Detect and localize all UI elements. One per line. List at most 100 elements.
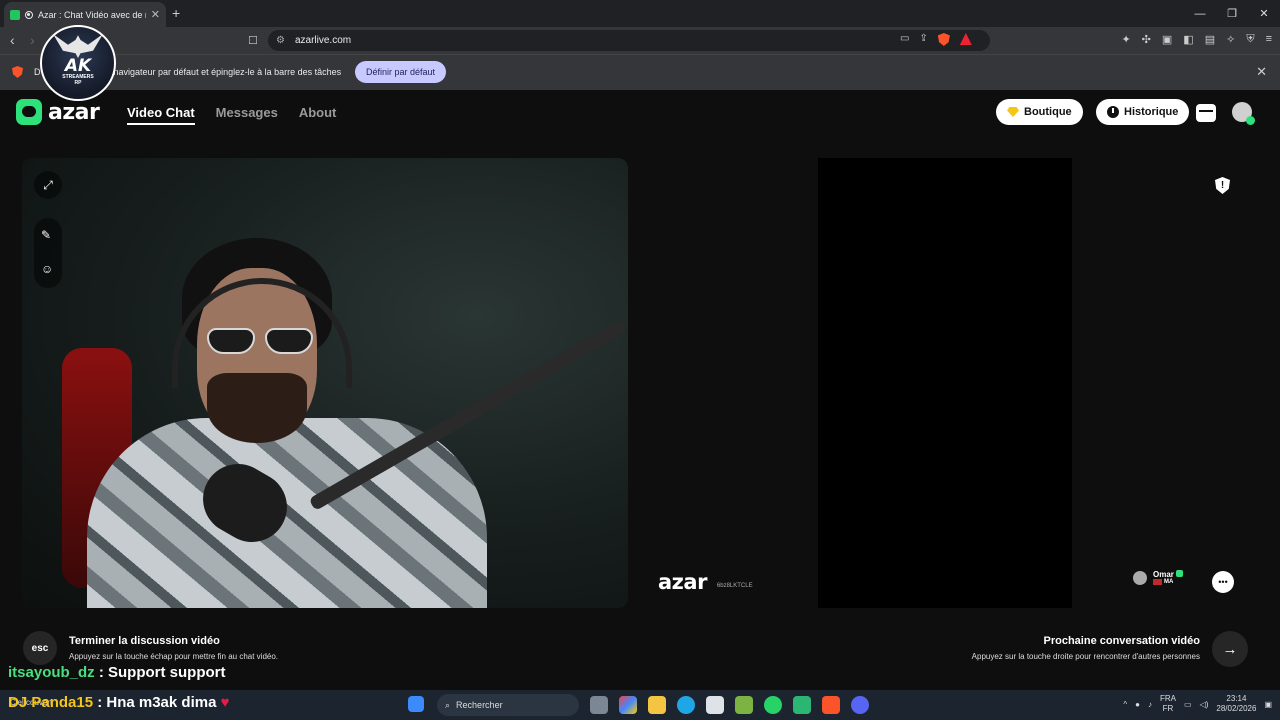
address-toolbar: ‹ › ☐ ⚙ azarlive.com ▭ ⇪ ✦ ✣ ▣ ◧ ▤ ✧ ⛨ ≡ — [0, 27, 1280, 54]
close-tab-icon[interactable]: ✕ — [151, 8, 160, 21]
microphone-icon[interactable]: ♪ — [1148, 700, 1152, 709]
esc-key-button[interactable]: esc — [23, 631, 57, 665]
brave-rewards-icon[interactable] — [959, 33, 972, 45]
network-icon[interactable]: ▭ — [1184, 700, 1192, 709]
windows-start-icon[interactable] — [408, 696, 424, 712]
wallet-icon[interactable]: ▤ — [1205, 33, 1215, 46]
partner-country: MA — [1164, 579, 1174, 585]
azar-watermark: azar 6bz8LKTCLE — [658, 570, 753, 594]
minimize-icon[interactable]: — — [1184, 0, 1216, 27]
azar-page: azar Video Chat Messages About Boutique … — [0, 90, 1280, 690]
cast-icon[interactable]: ▭ — [900, 33, 909, 46]
brave-icon[interactable] — [822, 696, 840, 714]
language-indicator[interactable]: FRA FR — [1160, 694, 1176, 714]
copilot-icon[interactable] — [619, 696, 637, 714]
puzzle-icon[interactable]: ✣ — [1142, 33, 1151, 46]
infobar-close-icon[interactable]: ✕ — [1256, 64, 1267, 80]
inbox-icon[interactable] — [1196, 104, 1216, 122]
leo-ai-icon[interactable]: ✧ — [1226, 33, 1235, 46]
status-dot — [1246, 116, 1255, 125]
whatsapp-icon[interactable] — [764, 696, 782, 714]
clock-time: 23:14 — [1226, 694, 1247, 703]
extension-icon[interactable]: ✦ — [1121, 33, 1130, 46]
chat-user: DJ Panda15 — [8, 694, 94, 711]
menu-icon[interactable]: ≡ — [1266, 33, 1272, 46]
close-window-icon[interactable]: ✕ — [1248, 0, 1280, 27]
share-icon[interactable]: ⇪ — [919, 33, 927, 46]
history-label: Historique — [1124, 106, 1179, 118]
brave-shields-icon[interactable] — [937, 33, 950, 46]
gem-icon — [1007, 107, 1019, 117]
shop-label: Boutique — [1024, 106, 1072, 118]
verified-badge — [1175, 570, 1183, 577]
magic-wand-icon[interactable]: ✎ — [41, 228, 51, 242]
edge-icon[interactable] — [677, 696, 695, 714]
chat-message: : Hna m3ak dima — [93, 694, 217, 711]
end-chat-title: Terminer la discussion vidéo — [69, 635, 220, 647]
set-default-button[interactable]: Définir par défaut — [355, 61, 447, 83]
search-label: Rechercher — [456, 700, 503, 710]
site-info-icon[interactable]: ⚙ — [276, 35, 285, 46]
volume-icon[interactable]: ◁) — [1200, 700, 1209, 709]
partner-video — [818, 158, 1072, 608]
app-green-icon[interactable] — [793, 696, 811, 714]
task-view-icon[interactable] — [590, 696, 608, 714]
recording-icon — [25, 10, 33, 19]
partner-name: Omar — [1153, 570, 1174, 579]
next-chat-arrow-icon[interactable]: → — [1212, 631, 1248, 667]
logo-rp: RP — [74, 80, 82, 86]
store-icon[interactable] — [706, 696, 724, 714]
address-bar[interactable]: ⚙ azarlive.com — [268, 30, 990, 51]
lang-bottom: FR — [1162, 704, 1174, 713]
effects-controls: ✎ ☺ — [34, 218, 62, 288]
system-tray: ^ ● ♪ FRA FR ▭ ◁) 23:14 28/02/2026 ▣ — [1123, 694, 1272, 714]
heart-icon: ♥ — [220, 694, 230, 711]
vpn-icon[interactable]: ⛨ — [1246, 33, 1254, 46]
clock-icon — [1107, 106, 1119, 118]
sunglasses — [207, 328, 315, 356]
face-filter-icon[interactable]: ☺ — [41, 262, 53, 276]
default-browser-infobar: Dme navigateur par défaut et épinglez-le… — [0, 54, 1280, 90]
end-chat-subtitle: Appuyez sur la touche échap pour mettre … — [69, 652, 279, 661]
discord-icon[interactable] — [851, 696, 869, 714]
azar-brand-icon — [16, 99, 42, 125]
profile-avatar[interactable] — [1232, 102, 1255, 125]
taskbar-search[interactable]: ⌕ Rechercher — [437, 694, 579, 716]
nav-messages[interactable]: Messages — [216, 105, 278, 125]
bookmark-icon[interactable]: ☐ — [248, 34, 258, 47]
tab-title: Azar : Chat Vidéo avec de no — [38, 9, 146, 20]
app-icon[interactable] — [735, 696, 753, 714]
partner-card[interactable]: Omar MA — [1133, 570, 1183, 585]
search-icon: ⌕ — [445, 699, 451, 710]
partner-avatar — [1133, 570, 1147, 585]
forward-icon[interactable]: › — [30, 32, 35, 48]
media-icon[interactable]: ▣ — [1162, 33, 1172, 46]
browser-tab[interactable]: Azar : Chat Vidéo avec de no ✕ — [4, 2, 166, 27]
taskbar-apps — [408, 696, 424, 712]
logo-ak: AK — [64, 56, 92, 76]
stream-chat-line: itsayoub_dz : Support support — [8, 664, 226, 681]
brave-logo-icon — [12, 66, 23, 78]
new-tab-icon[interactable]: + — [172, 5, 180, 21]
shop-button[interactable]: Boutique — [996, 99, 1083, 125]
chat-bubble-icon[interactable]: ••• — [1212, 571, 1234, 593]
ak-streamers-logo: AK STREAMERS RP — [40, 25, 116, 101]
file-explorer-icon[interactable] — [648, 696, 666, 714]
notification-icon[interactable]: ▣ — [1264, 700, 1272, 709]
tray-chevron-icon[interactable]: ^ — [1123, 700, 1127, 709]
tray-app-icon[interactable]: ● — [1135, 700, 1140, 709]
brand-wordmark: azar — [48, 99, 100, 125]
country-flag-icon — [1153, 579, 1162, 585]
clock[interactable]: 23:14 28/02/2026 — [1216, 694, 1256, 714]
sidebar-icon[interactable]: ◧ — [1183, 33, 1193, 46]
nav-video-chat[interactable]: Video Chat — [127, 105, 195, 125]
azar-logo[interactable]: azar — [16, 99, 100, 125]
report-shield-icon[interactable]: ! — [1215, 177, 1230, 194]
maximize-icon[interactable]: ❐ — [1216, 0, 1248, 27]
main-nav: Video Chat Messages About — [127, 105, 336, 125]
history-button[interactable]: Historique — [1096, 99, 1190, 125]
lang-top: FRA — [1160, 694, 1176, 703]
fullscreen-icon[interactable]: ⤢ — [34, 171, 62, 199]
back-icon[interactable]: ‹ — [10, 32, 15, 48]
nav-about[interactable]: About — [299, 105, 337, 125]
